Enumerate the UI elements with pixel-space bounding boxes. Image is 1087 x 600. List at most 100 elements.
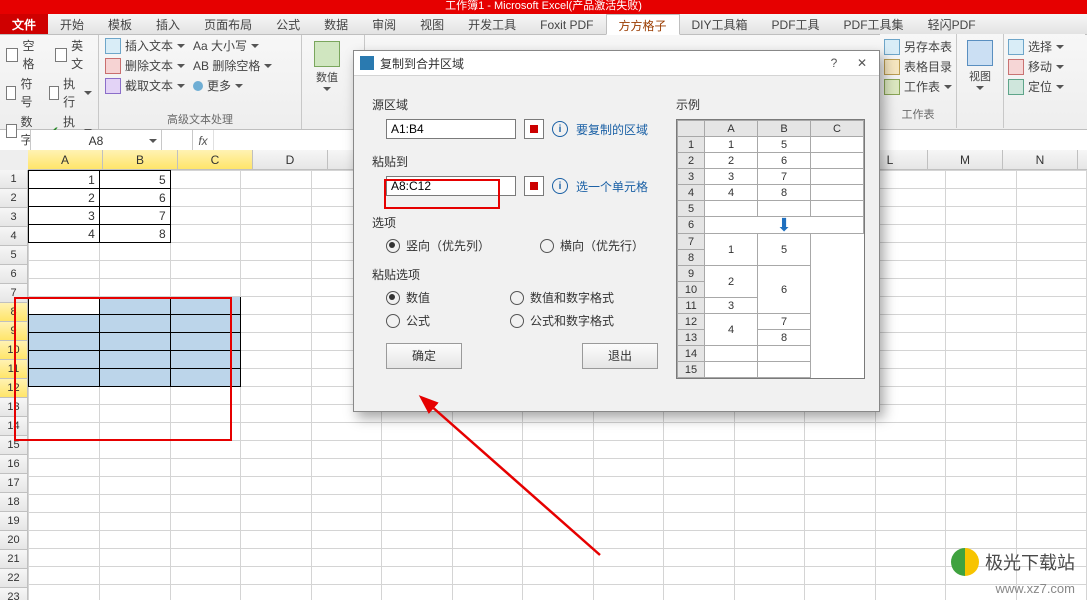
col-header-M[interactable]: M	[928, 150, 1003, 170]
cell[interactable]	[241, 333, 311, 351]
cell[interactable]	[875, 387, 945, 405]
cell[interactable]: 7	[99, 207, 170, 225]
cell[interactable]	[946, 459, 1016, 477]
ok-button[interactable]: 确定	[386, 343, 462, 369]
cell[interactable]	[241, 441, 311, 459]
cell[interactable]	[29, 297, 100, 315]
cell[interactable]	[452, 477, 522, 495]
cell[interactable]	[946, 423, 1016, 441]
cell[interactable]	[1016, 333, 1087, 351]
cell[interactable]	[382, 459, 452, 477]
cell[interactable]	[241, 297, 311, 315]
cell[interactable]	[946, 477, 1016, 495]
cell[interactable]	[946, 333, 1016, 351]
cell[interactable]	[99, 567, 170, 585]
cell[interactable]	[452, 585, 522, 600]
cell[interactable]	[875, 297, 945, 315]
cell[interactable]	[99, 405, 170, 423]
cell[interactable]	[99, 369, 170, 387]
cell[interactable]	[593, 567, 663, 585]
cell[interactable]	[170, 297, 240, 315]
cell[interactable]	[382, 477, 452, 495]
ribbon-item-insert-text[interactable]: 插入文本	[105, 37, 185, 55]
cell[interactable]	[734, 531, 804, 549]
cell[interactable]	[1016, 459, 1087, 477]
cell[interactable]	[593, 477, 663, 495]
cell[interactable]	[29, 423, 100, 441]
cell[interactable]	[805, 477, 875, 495]
cell[interactable]	[734, 423, 804, 441]
cell[interactable]	[99, 279, 170, 297]
cell[interactable]	[170, 333, 240, 351]
ribbon-big-view[interactable]: 视图	[957, 34, 1004, 128]
cell[interactable]	[1016, 531, 1087, 549]
cell[interactable]	[946, 441, 1016, 459]
cell[interactable]	[805, 531, 875, 549]
tab-formula[interactable]: 公式	[264, 14, 312, 34]
cell[interactable]	[946, 225, 1016, 243]
cell[interactable]	[452, 441, 522, 459]
cell[interactable]	[241, 405, 311, 423]
ribbon-item-cut-text[interactable]: 截取文本	[105, 77, 185, 95]
cell[interactable]	[29, 549, 100, 567]
cell[interactable]	[734, 441, 804, 459]
cell[interactable]	[875, 495, 945, 513]
row-header-21[interactable]: 21	[0, 550, 28, 569]
cell[interactable]	[170, 585, 240, 600]
cell[interactable]	[382, 585, 452, 600]
cell[interactable]	[875, 279, 945, 297]
cell[interactable]	[170, 459, 240, 477]
tab-page-layout[interactable]: 页面布局	[192, 14, 264, 34]
cell[interactable]	[875, 405, 945, 423]
cell[interactable]	[99, 315, 170, 333]
cell[interactable]	[382, 513, 452, 531]
cell[interactable]	[99, 387, 170, 405]
cell[interactable]	[805, 441, 875, 459]
tab-pdf-tool[interactable]: PDF工具	[760, 14, 832, 34]
ribbon-item-save-sheet[interactable]: 另存本表	[884, 38, 952, 56]
cell[interactable]	[523, 531, 593, 549]
cell[interactable]	[946, 297, 1016, 315]
cell[interactable]	[664, 441, 734, 459]
col-header-O[interactable]: O	[1078, 150, 1087, 170]
cell[interactable]	[241, 513, 311, 531]
cell[interactable]	[664, 585, 734, 600]
range-picker-source[interactable]	[524, 119, 544, 139]
cell[interactable]	[382, 531, 452, 549]
cell[interactable]	[523, 567, 593, 585]
row-header-16[interactable]: 16	[0, 455, 28, 474]
cell[interactable]	[241, 387, 311, 405]
cell[interactable]	[170, 225, 240, 243]
cell[interactable]	[241, 423, 311, 441]
cell[interactable]	[875, 225, 945, 243]
cell[interactable]	[170, 441, 240, 459]
cell[interactable]	[875, 351, 945, 369]
range-picker-dest[interactable]	[524, 176, 544, 196]
col-header-A[interactable]: A	[28, 150, 103, 170]
row-header-20[interactable]: 20	[0, 531, 28, 550]
cell[interactable]	[1016, 189, 1087, 207]
input-source-range[interactable]	[386, 119, 516, 139]
cell[interactable]	[946, 369, 1016, 387]
ribbon-item-locate[interactable]: 定位	[1008, 78, 1064, 96]
ribbon-item-case[interactable]: Aa 大小写	[193, 37, 272, 55]
cell[interactable]	[1016, 423, 1087, 441]
tab-dev[interactable]: 开发工具	[456, 14, 528, 34]
col-header-C[interactable]: C	[178, 150, 253, 170]
cell[interactable]	[170, 351, 240, 369]
cell[interactable]	[875, 369, 945, 387]
cell[interactable]	[241, 225, 311, 243]
cell[interactable]	[523, 549, 593, 567]
cell[interactable]	[734, 459, 804, 477]
tab-review[interactable]: 审阅	[360, 14, 408, 34]
cell[interactable]	[311, 441, 381, 459]
cell[interactable]	[170, 477, 240, 495]
tab-pdf-kit[interactable]: PDF工具集	[832, 14, 916, 34]
row-header-13[interactable]: 13	[0, 398, 28, 417]
cell[interactable]	[29, 369, 100, 387]
cell[interactable]	[29, 243, 100, 261]
cell[interactable]	[875, 531, 945, 549]
cell[interactable]	[311, 495, 381, 513]
cell[interactable]	[241, 369, 311, 387]
cell[interactable]	[170, 513, 240, 531]
